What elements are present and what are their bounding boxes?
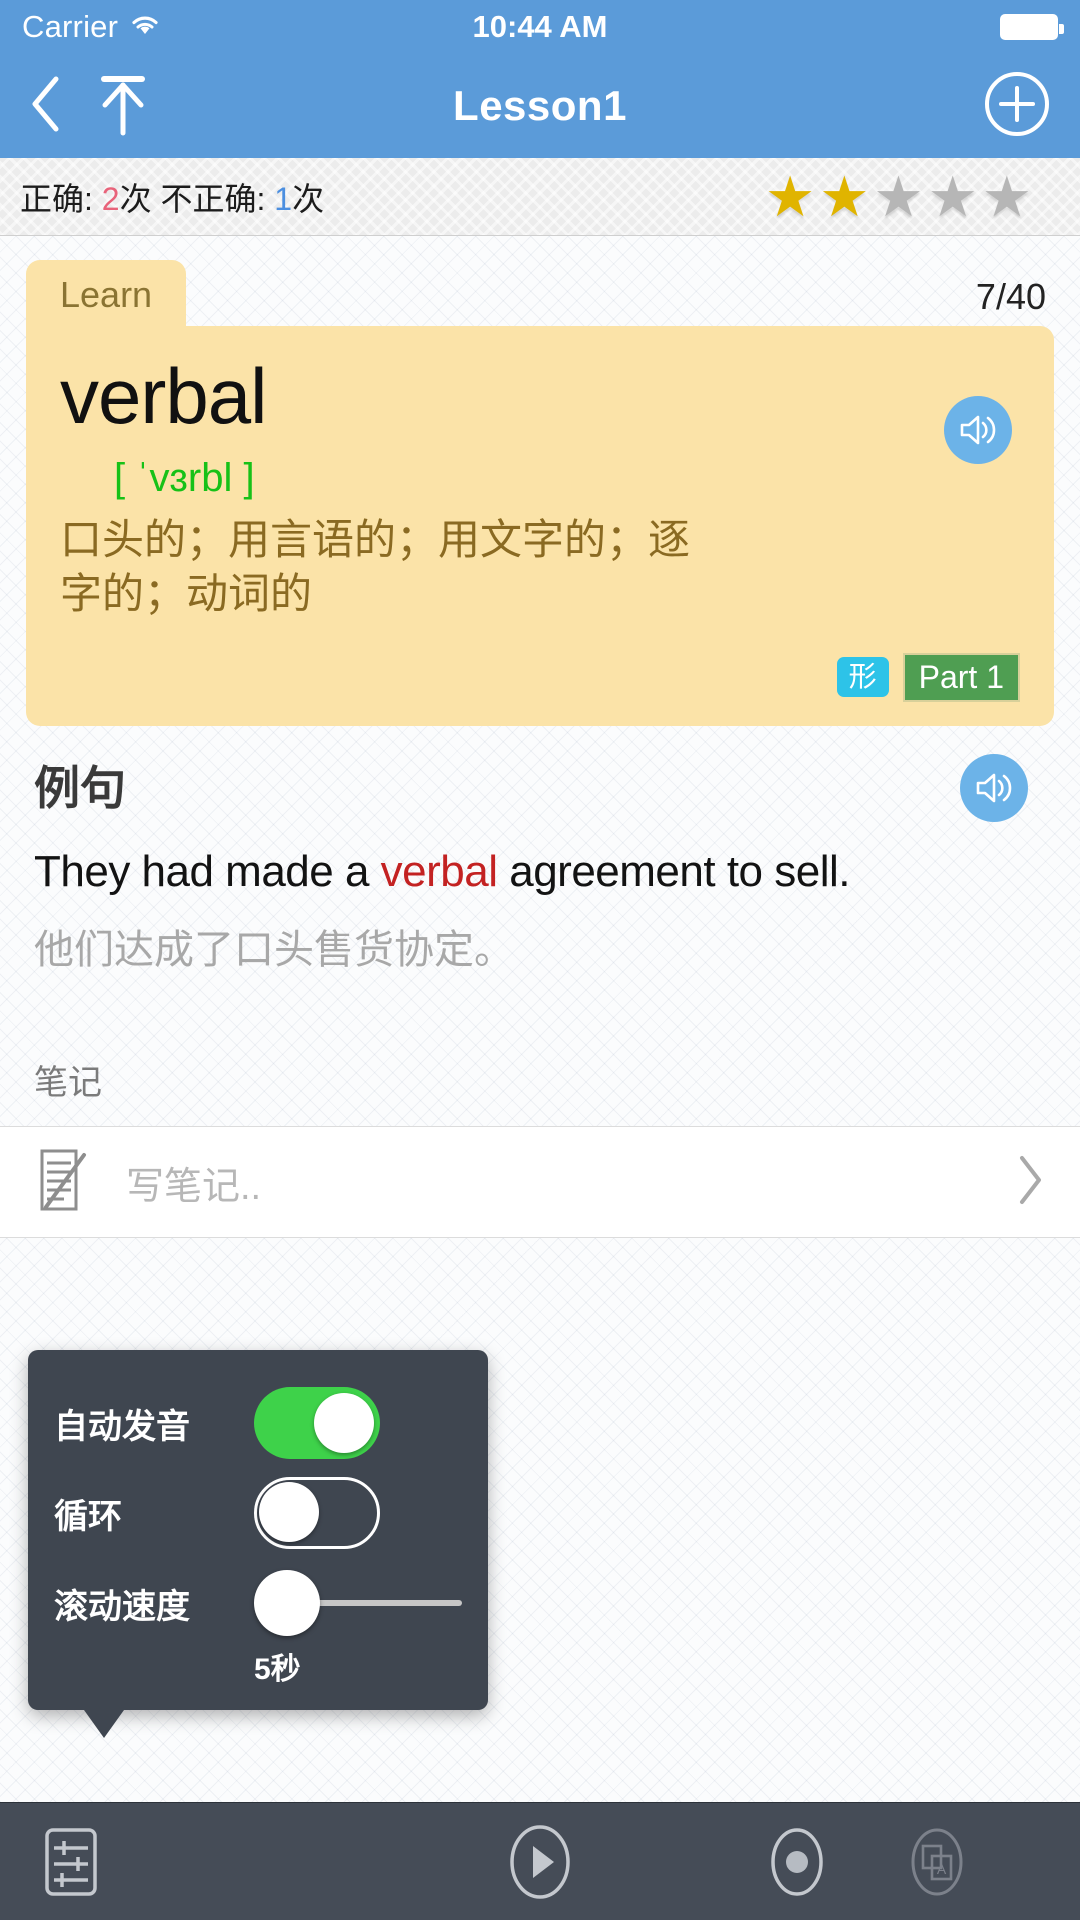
plus-circle-icon[interactable] <box>980 71 1054 145</box>
slider-scroll-speed[interactable] <box>254 1567 462 1639</box>
slider-knob[interactable] <box>254 1570 320 1636</box>
word-counter: 7/40 <box>975 276 1046 317</box>
incorrect-label: 不正确: <box>151 180 275 217</box>
setting-label-loop: 循环 <box>54 1497 122 1536</box>
page-title: Lesson1 <box>453 82 627 129</box>
badge-part-label: Part 1 <box>902 652 1020 702</box>
arrow-up-icon[interactable] <box>92 71 154 142</box>
setting-label-scroll-speed: 滚动速度 <box>54 1587 190 1626</box>
answer-stats: 正确: 2次 不正确: 1次 <box>20 174 324 220</box>
chevron-right-icon[interactable] <box>1014 1153 1046 1212</box>
play-circle-icon[interactable] <box>502 1822 578 1902</box>
speaker-icon[interactable] <box>944 396 1012 464</box>
star-5[interactable]: ★ <box>982 168 1032 225</box>
incorrect-count: 1 <box>274 180 293 217</box>
stats-bar: 正确: 2次 不正确: 1次 ★ ★ ★ ★ ★ <box>0 158 1080 236</box>
setting-row-auto-pronounce: 自动发音 <box>54 1378 462 1468</box>
battery-full-icon <box>1000 14 1064 40</box>
bottom-toolbar: A <box>0 1802 1080 1920</box>
toggle-knob <box>314 1393 374 1453</box>
card-tab-row: Learn 7/40 <box>0 236 1080 326</box>
star-1[interactable]: ★ <box>765 168 815 225</box>
notes-row[interactable]: 写笔记.. <box>0 1126 1080 1238</box>
status-bar-time: 10:44 AM <box>472 9 608 44</box>
toggle-knob <box>259 1482 319 1542</box>
example-sentence-highlight: verbal <box>380 847 498 896</box>
nav-bar-right <box>980 67 1054 146</box>
status-bar-right <box>1000 14 1064 40</box>
correct-count: 2 <box>101 180 120 217</box>
toggle-auto-pronounce[interactable] <box>254 1387 380 1459</box>
settings-popup: 自动发音 循环 滚动速度 5秒 <box>28 1350 488 1738</box>
notes-input-placeholder[interactable]: 写笔记.. <box>126 1155 261 1210</box>
tab-learn[interactable]: Learn <box>26 260 187 326</box>
star-2[interactable]: ★ <box>819 168 869 225</box>
speaker-icon[interactable] <box>960 754 1028 822</box>
star-3[interactable]: ★ <box>873 168 923 225</box>
sliders-icon[interactable] <box>40 1826 102 1898</box>
setting-row-loop: 循环 <box>54 1468 462 1558</box>
app-root: Carrier 10:44 AM Lesson1 正确: 2次 不正确: 1次 … <box>0 0 1080 1920</box>
slider-value-label: 5秒 <box>254 1653 301 1686</box>
note-edit-icon <box>34 1145 92 1220</box>
badge-part-of-speech: 形 <box>836 657 889 698</box>
example-section: 例句 They had made a verbal agreement to s… <box>0 726 1080 985</box>
toggle-loop[interactable] <box>254 1477 380 1549</box>
example-heading: 例句 <box>34 762 126 814</box>
example-sentence-pre: They had made a <box>34 847 381 896</box>
setting-label-auto-pronounce: 自动发音 <box>54 1407 190 1446</box>
notes-label: 笔记 <box>34 1064 102 1102</box>
star-rating[interactable]: ★ ★ ★ ★ ★ <box>765 168 1060 225</box>
word-card: verbal [ ˈvɜrbl ] 口头的；用言语的；用文字的；逐字的；动词的 … <box>26 326 1054 726</box>
translate-icon[interactable]: A <box>904 1824 970 1900</box>
example-translation: 他们达成了口头售货协定。 <box>34 928 514 972</box>
wifi-icon <box>130 9 160 45</box>
example-sentence-post: agreement to sell. <box>497 847 850 896</box>
correct-unit: 次 <box>119 180 152 217</box>
correct-label: 正确: <box>20 180 102 217</box>
nav-bar-left <box>26 71 154 142</box>
setting-row-scroll-speed: 滚动速度 <box>54 1558 462 1648</box>
status-bar: Carrier 10:44 AM <box>0 0 1080 54</box>
nav-bar: Lesson1 <box>0 54 1080 158</box>
main-content: Learn 7/40 verbal [ ˈvɜrbl ] 口头的；用言语的；用文… <box>0 236 1080 1802</box>
example-sentence: They had made a verbal agreement to sell… <box>34 844 1046 899</box>
record-circle-icon[interactable] <box>764 1824 830 1900</box>
chevron-left-icon[interactable] <box>26 73 66 140</box>
word-badges: 形 Part 1 <box>836 652 1020 702</box>
word-headword: verbal <box>60 352 267 440</box>
word-meaning: 口头的；用言语的；用文字的；逐字的；动词的 <box>60 515 691 617</box>
star-4[interactable]: ★ <box>928 168 978 225</box>
carrier-label: Carrier <box>22 9 119 44</box>
word-phonetic: [ ˈvɜrbl ] <box>114 455 255 500</box>
incorrect-unit: 次 <box>292 180 325 217</box>
svg-text:A: A <box>937 1861 947 1877</box>
status-bar-left: Carrier <box>22 9 160 45</box>
